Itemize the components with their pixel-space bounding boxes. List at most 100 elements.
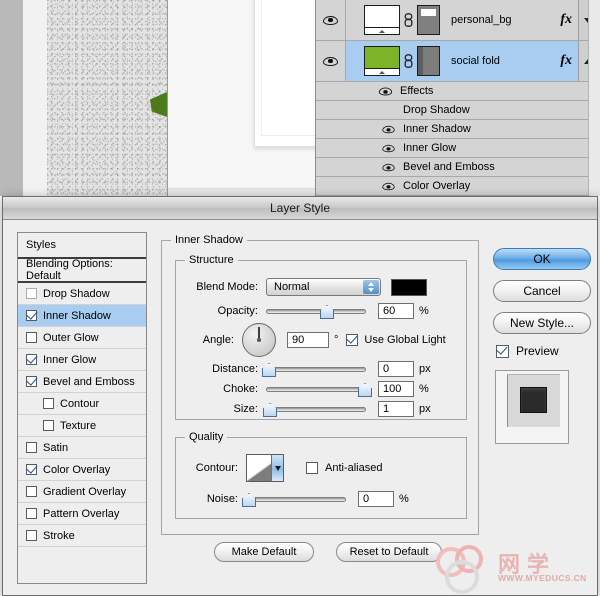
effect-visibility-toggle[interactable] [380,162,396,173]
noise-slider-thumb[interactable] [242,493,256,507]
contour-swatch[interactable] [246,454,284,482]
style-item-drop-shadow[interactable]: Drop Shadow [18,283,146,305]
dialog-title: Layer Style [269,201,331,215]
style-checkbox[interactable] [26,354,37,365]
opacity-slider-thumb[interactable] [320,305,334,319]
angle-input[interactable]: 90 [287,332,329,348]
style-item-color-overlay[interactable]: Color Overlay [18,459,146,481]
noise-slider[interactable] [242,493,346,507]
anti-aliased-checkbox[interactable]: Anti-aliased [306,462,382,474]
angle-unit: ° [334,334,339,346]
layer-mask-thumbnail[interactable] [417,5,440,35]
layer-fx-badge[interactable]: fx [560,53,572,69]
eye-icon[interactable] [378,86,393,96]
opacity-slider[interactable] [266,305,366,319]
effect-visibility-toggle[interactable] [380,143,396,154]
style-item-gradient-overlay[interactable]: Gradient Overlay [18,481,146,503]
effect-row-bevel-and-emboss[interactable]: Bevel and Emboss [316,158,600,177]
style-item-contour[interactable]: Contour [18,393,146,415]
cancel-button[interactable]: Cancel [493,280,591,302]
style-checkbox[interactable] [26,530,37,541]
layer-thumbnail[interactable] [364,5,400,35]
preview-label: Preview [516,344,559,358]
distance-slider[interactable] [262,363,366,377]
style-checkbox[interactable] [43,398,54,409]
shadow-color-swatch[interactable] [391,278,427,296]
style-item-pattern-overlay[interactable]: Pattern Overlay [18,503,146,525]
style-checkbox[interactable] [26,288,37,299]
effect-visibility-toggle[interactable] [380,181,396,192]
style-checkbox[interactable] [26,508,37,519]
blend-mode-select[interactable]: Normal [266,278,381,296]
blend-mode-label: Blend Mode: [196,281,258,293]
use-global-light-checkbox[interactable]: Use Global Light [346,334,446,346]
style-checkbox[interactable] [26,310,37,321]
style-item-label: Texture [60,419,97,432]
style-checkbox[interactable] [26,332,37,343]
ok-button[interactable]: OK [493,248,591,270]
link-icon[interactable] [403,54,414,68]
layer-style-dialog: Layer Style Styles Blending Options: Def… [2,196,598,596]
link-icon[interactable] [403,13,414,27]
eye-icon [381,143,395,152]
distance-slider-thumb[interactable] [262,363,276,377]
distance-input[interactable]: 0 [378,361,414,377]
effects-group-row[interactable]: Effects [316,82,600,101]
effect-row-inner-glow[interactable]: Inner Glow [316,139,600,158]
style-item-stroke[interactable]: Stroke [18,525,146,547]
size-input[interactable]: 1 [378,401,414,417]
layers-panel-scrollbar[interactable] [588,0,600,196]
effect-row-inner-shadow[interactable]: Inner Shadow [316,120,600,139]
style-item-label: Bevel and Emboss [43,375,135,388]
style-item-inner-shadow[interactable]: Inner Shadow [18,305,146,327]
angle-dial[interactable] [242,323,276,357]
effect-row-drop-shadow[interactable]: Drop Shadow [316,101,600,120]
style-item-texture[interactable]: Texture [18,415,146,437]
style-checkbox[interactable] [26,486,37,497]
select-stepper-arrows-icon[interactable] [363,280,379,294]
opacity-input[interactable]: 60 [378,303,414,319]
use-global-light-label: Use Global Light [364,334,446,346]
style-item-bevel-and-emboss[interactable]: Bevel and Emboss [18,371,146,393]
layer-name: social fold [451,55,500,67]
choke-slider-thumb[interactable] [358,383,372,397]
choke-input[interactable]: 100 [378,381,414,397]
anti-aliased-checkbox-box[interactable] [306,462,318,474]
layer-visibility-toggle[interactable] [316,0,346,40]
choke-slider[interactable] [266,383,372,397]
effect-label: Drop Shadow [403,104,470,116]
effects-group-label: Effects [400,85,434,97]
style-item-outer-glow[interactable]: Outer Glow [18,327,146,349]
global-light-checkbox-box[interactable] [346,334,359,346]
layers-panel: personal_bg fx social fold fx Effects Dr… [315,0,600,196]
style-checkbox[interactable] [26,376,37,387]
new-style-button[interactable]: New Style... [493,312,591,334]
style-checkbox[interactable] [26,442,37,453]
make-default-button[interactable]: Make Default [214,542,314,562]
layer-mask-thumbnail[interactable] [417,46,440,76]
layer-name: personal_bg [451,14,512,26]
effect-row-color-overlay[interactable]: Color Overlay [316,177,600,196]
layer-fx-badge[interactable]: fx [560,12,572,28]
style-item-label: Color Overlay [43,463,111,476]
layer-row[interactable]: personal_bg fx [316,0,600,41]
style-item-inner-glow[interactable]: Inner Glow [18,349,146,371]
layer-visibility-toggle[interactable] [316,41,346,81]
style-item-label: Inner Glow [43,353,97,366]
style-checkbox[interactable] [43,420,54,431]
dialog-titlebar[interactable]: Layer Style [3,197,597,220]
style-checkbox[interactable] [26,464,37,475]
reset-to-default-button[interactable]: Reset to Default [336,542,442,562]
preview-checkbox[interactable]: Preview [496,344,593,358]
noise-input[interactable]: 0 [358,491,394,507]
size-slider[interactable] [263,403,366,417]
blending-options-item[interactable]: Blending Options: Default [18,258,146,283]
layer-row[interactable]: social fold fx [316,41,600,82]
preview-checkbox-box[interactable] [496,344,509,358]
style-item-satin[interactable]: Satin [18,437,146,459]
effect-visibility-toggle[interactable] [380,124,396,135]
styles-header-label: Styles [26,239,56,251]
contour-dropdown-arrow-icon[interactable] [271,455,283,481]
size-slider-thumb[interactable] [263,403,277,417]
layer-thumbnail[interactable] [364,46,400,76]
